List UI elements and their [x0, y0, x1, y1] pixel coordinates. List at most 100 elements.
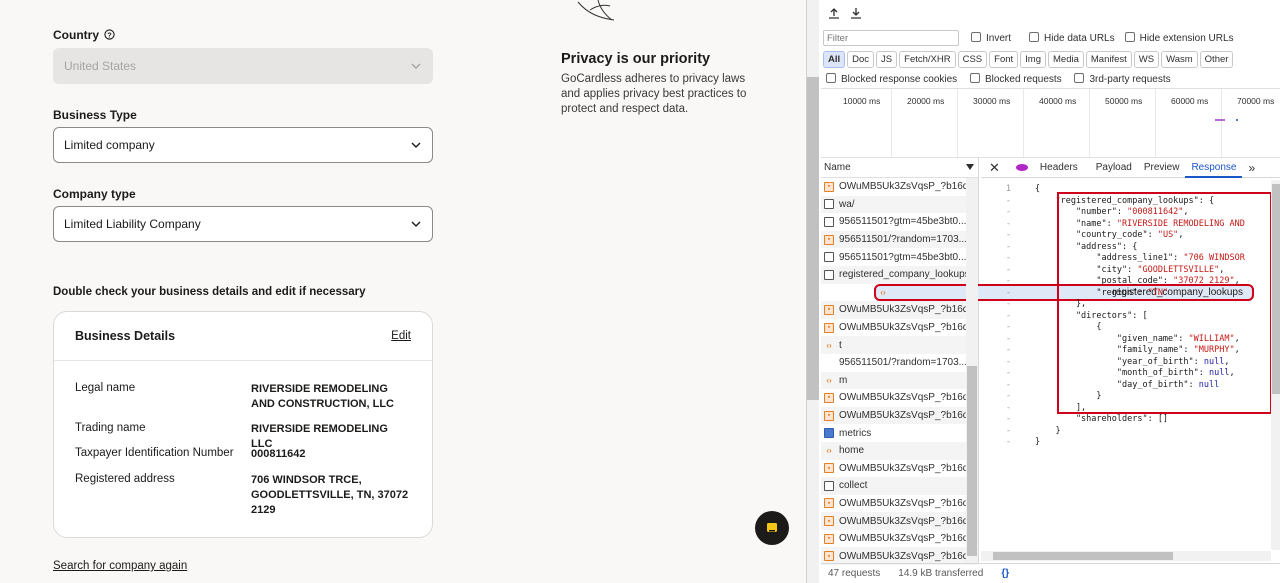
trading-name-label: Trading name — [75, 422, 146, 434]
response-horizontal-scrollbar[interactable] — [981, 551, 1271, 561]
request-row[interactable]: ‹› m — [821, 371, 978, 390]
line-number: - — [1005, 368, 1011, 378]
help-icon[interactable]: ? — [104, 29, 115, 40]
response-scrollbar[interactable] — [1271, 180, 1280, 550]
image-file-icon: ▪ — [824, 533, 834, 544]
filter-input[interactable] — [823, 30, 959, 46]
type-filter-media[interactable]: Media — [1048, 51, 1084, 68]
type-filter-js[interactable]: JS — [876, 51, 898, 68]
hide-extension-urls-checkbox[interactable]: Hide extension URLs — [1124, 32, 1234, 44]
request-row[interactable]: ▪ OWuMB5Uk3ZsVqsP_?b16d... — [821, 389, 978, 407]
business-type-select[interactable]: Limited company — [53, 127, 433, 163]
name-column-header[interactable]: Name — [821, 158, 978, 178]
leaf-illustration — [577, 0, 615, 21]
type-filter-other[interactable]: Other — [1199, 51, 1234, 68]
request-name: collect — [839, 480, 868, 492]
timeline-overview[interactable]: 10000 ms 20000 ms 30000 ms 40000 ms 5000… — [821, 88, 1280, 158]
xhr-icon: ‹› — [826, 375, 832, 385]
blocked-cookies-checkbox[interactable]: Blocked response cookies — [826, 73, 957, 85]
more-tabs-icon[interactable]: » — [1242, 161, 1261, 175]
request-row[interactable]: ▪ OWuMB5Uk3ZsVqsP_?b16d... — [821, 301, 978, 319]
format-braces-icon[interactable]: {} — [1001, 568, 1009, 579]
line-number: - — [1005, 287, 1011, 298]
tab-headers[interactable]: Headers — [1010, 162, 1090, 173]
request-list: Name ▪ OWuMB5Uk3ZsVqsP_?b16d... wa/9565115… — [821, 158, 1254, 566]
type-filter-wasm[interactable]: Wasm — [1161, 51, 1198, 68]
request-name: t — [839, 339, 842, 351]
type-filter-font[interactable]: Font — [989, 51, 1019, 68]
timeline-bar — [1236, 119, 1238, 121]
tab-response[interactable]: Response — [1185, 162, 1243, 178]
request-row[interactable]: 956511501?gtm=45be3bt0... — [821, 248, 978, 266]
chat-button[interactable] — [755, 511, 789, 545]
devtools-toolbar — [821, 7, 1280, 19]
double-check-text: Double check your business details and e… — [53, 286, 366, 298]
type-filter-manifest[interactable]: Manifest — [1085, 51, 1132, 68]
request-row[interactable]: 956511501/?random=1703... — [821, 354, 978, 372]
xhr-icon: ‹› — [826, 340, 832, 350]
card-header: Business Details Edit — [54, 312, 432, 361]
search-again-link[interactable]: Search for company again — [53, 560, 187, 572]
type-filter-fetchxhr[interactable]: Fetch/XHR — [899, 51, 956, 68]
company-type-select[interactable]: Limited Liability Company — [53, 206, 433, 242]
line-number: - — [1005, 425, 1011, 436]
page-scrollbar-thumb[interactable] — [807, 77, 819, 400]
request-row[interactable]: collect — [821, 477, 978, 495]
request-name: registered_company_lookups — [839, 269, 970, 281]
tab-preview[interactable]: Preview — [1138, 162, 1186, 173]
tick-label: 50000 ms — [1105, 96, 1143, 106]
request-row[interactable]: ‹› home — [821, 441, 978, 460]
xhr-icon: ‹› — [880, 287, 886, 297]
invert-checkbox[interactable]: Invert — [971, 32, 1011, 44]
request-list-scrollbar[interactable] — [966, 178, 978, 563]
request-row[interactable]: wa/ — [821, 195, 978, 214]
code-line: { — [1035, 184, 1041, 194]
request-row[interactable]: ▪ OWuMB5Uk3ZsVqsP_?b16d... — [821, 530, 978, 548]
chevron-down-icon — [411, 63, 421, 69]
request-row[interactable]: ‹› t — [821, 336, 978, 354]
tab-payload[interactable]: Payload — [1090, 162, 1138, 173]
request-name: OWuMB5Uk3ZsVqsP_?b16d... — [839, 392, 977, 404]
line-number: - — [1005, 356, 1011, 367]
request-row[interactable]: ▪ OWuMB5Uk3ZsVqsP_?b16d... — [821, 406, 978, 425]
request-row[interactable]: registered_company_lookups — [821, 265, 978, 284]
edit-link[interactable]: Edit — [391, 330, 411, 342]
company-type-value: Limited Liability Company — [64, 217, 201, 231]
line-number: - — [1005, 218, 1011, 229]
request-name: OWuMB5Uk3ZsVqsP_?b16d... — [839, 497, 977, 509]
close-icon[interactable]: ✕ — [981, 160, 1010, 176]
request-name: OWuMB5Uk3ZsVqsP_?b16d... — [839, 462, 977, 474]
country-select[interactable]: United States — [53, 48, 433, 84]
request-row[interactable]: ▪ 956511501/?random=1703... — [821, 230, 978, 249]
request-row[interactable]: ▪ OWuMB5Uk3ZsVqsP_?b16d... — [821, 460, 978, 478]
type-filter-doc[interactable]: Doc — [847, 51, 875, 68]
image-file-icon: ▪ — [824, 498, 834, 509]
request-row[interactable]: ▪ OWuMB5Uk3ZsVqsP_?b16d... — [821, 512, 978, 530]
request-row[interactable]: metrics — [821, 424, 978, 442]
request-name: 956511501/?random=1703... — [839, 234, 967, 246]
registered-address-label: Registered address — [75, 473, 175, 485]
request-row[interactable]: 956511501?gtm=45be3bt0... — [821, 213, 978, 231]
request-row[interactable]: ▪ OWuMB5Uk3ZsVqsP_?b16d... — [821, 319, 978, 337]
legal-name-label: Legal name — [75, 382, 136, 394]
country-value: United States — [64, 59, 137, 73]
type-filter-css[interactable]: CSS — [957, 51, 988, 68]
type-filter-ws[interactable]: WS — [1133, 51, 1160, 68]
upload-icon[interactable] — [828, 7, 840, 19]
transferred-size: 14.9 kB transferred — [898, 568, 984, 579]
type-filter-all[interactable]: All — [823, 51, 846, 68]
third-party-checkbox[interactable]: 3rd-party requests — [1074, 73, 1171, 85]
request-row[interactable]: ▪ OWuMB5Uk3ZsVqsP_?b16d... — [821, 495, 978, 513]
request-name: wa/ — [839, 198, 855, 210]
blocked-requests-checkbox[interactable]: Blocked requests — [969, 73, 1062, 85]
page-scrollbar[interactable] — [807, 0, 819, 583]
hide-data-urls-checkbox[interactable]: Hide data URLs — [1029, 32, 1115, 44]
download-icon[interactable] — [850, 7, 862, 19]
code-line: } — [1035, 437, 1041, 447]
document-icon — [824, 199, 834, 210]
type-filter-img[interactable]: Img — [1020, 51, 1047, 68]
svg-text:?: ? — [108, 30, 113, 39]
request-row[interactable]: ▪ OWuMB5Uk3ZsVqsP_?b16d... — [821, 178, 978, 196]
modified-dot-icon — [1015, 164, 1028, 171]
privacy-body: GoCardless adheres to privacy laws and a… — [561, 73, 747, 115]
